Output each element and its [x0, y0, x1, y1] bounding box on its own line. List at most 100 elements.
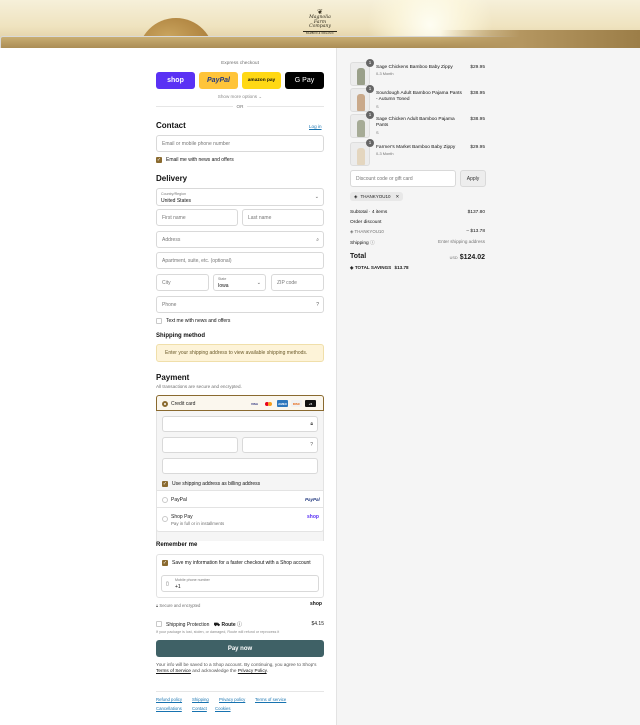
remember-me-heading: Remember me: [156, 542, 198, 548]
last-name-field[interactable]: Last name: [242, 209, 324, 226]
legal-text: Your info will be saved to a Shop accoun…: [156, 662, 326, 675]
security-code-field[interactable]: ?: [242, 437, 318, 453]
discover-icon: DISC: [291, 400, 302, 407]
footer-link-refund[interactable]: Refund policy: [156, 697, 182, 702]
discount-code-field[interactable]: Discount code or gift card: [350, 170, 456, 187]
remember-me-panel: ✓ Save my information for a faster check…: [156, 554, 324, 598]
privacy-link[interactable]: Privacy Policy: [238, 668, 267, 673]
search-icon: ⌕: [316, 236, 319, 243]
text-offers-label: Text me with news and offers: [166, 318, 231, 324]
legal-post: .: [266, 668, 268, 674]
help-icon[interactable]: ⓘ: [370, 241, 375, 246]
footer-link-shipping[interactable]: Shipping: [192, 697, 209, 702]
save-info-checkbox[interactable]: ✓: [162, 560, 168, 566]
footer-link-terms[interactable]: Terms of service: [255, 697, 286, 702]
footer-link-cancellations[interactable]: Cancellations: [156, 706, 182, 711]
footer-link-cookies[interactable]: Cookies: [215, 706, 231, 711]
product-name: Sage Chicken Adult Bamboo Pajama Pants: [376, 117, 455, 129]
product-price: $29.95: [470, 65, 485, 70]
savings-label: TOTAL SAVINGS: [354, 265, 392, 270]
legal-pre: Your info will be saved to a Shop accoun…: [156, 662, 317, 667]
product-variant: 0-3 Month: [376, 71, 394, 77]
total-value: $124.02: [459, 254, 485, 261]
zip-field[interactable]: ZIP code: [271, 274, 324, 291]
visa-icon: VISA: [250, 401, 258, 406]
lock-icon: 🔒︎: [156, 603, 159, 608]
show-more-options-link[interactable]: Show more options ⌄: [156, 94, 324, 100]
expiration-field[interactable]: [162, 437, 238, 453]
discount-code-row: ◈ THANKYOU10: [350, 229, 384, 235]
paypal-button[interactable]: PayPal: [199, 72, 238, 89]
help-icon[interactable]: ?: [316, 302, 319, 308]
address-field[interactable]: Address ⌕: [156, 231, 324, 248]
mobile-phone-field[interactable]: ▯ Mobile phone number +1: [161, 575, 319, 592]
shipping-protection-toggle[interactable]: [156, 621, 162, 627]
text-offers-checkbox[interactable]: [156, 318, 162, 324]
email-field[interactable]: Email or mobile phone number: [156, 135, 324, 152]
lock-icon: 🔒︎: [310, 421, 313, 427]
login-link[interactable]: Log in: [309, 124, 322, 129]
discount-code-label: THANKYOU10: [354, 229, 384, 234]
quantity-badge: 1: [366, 139, 374, 147]
product-garment-image: [357, 94, 365, 111]
mobile-icon: ▯: [166, 581, 169, 587]
apply-button[interactable]: Apply: [460, 170, 486, 187]
secure-note-text: Secure and encrypted: [159, 603, 201, 608]
info-icon[interactable]: ⓘ: [237, 622, 242, 628]
pay-now-button[interactable]: Pay now: [156, 640, 324, 657]
shipping-label: Shipping: [350, 241, 369, 246]
payment-subtitle: All transactions are secure and encrypte…: [156, 384, 242, 389]
discount-tag-code: THANKYOU10: [360, 194, 391, 199]
footer-divider: [156, 691, 324, 692]
card-number-field[interactable]: 🔒︎: [162, 416, 318, 432]
terms-link[interactable]: Terms of Service: [156, 668, 191, 673]
phone-field[interactable]: Phone ?: [156, 296, 324, 313]
shop-pay-option[interactable]: Shop Pay Pay in full or in installments …: [156, 508, 324, 532]
brand-logo[interactable]: ❦ Magnolia Farm Company BAMBOO & ORGANIC: [303, 9, 337, 38]
footer-link-contact[interactable]: Contact: [192, 706, 207, 711]
paypal-radio[interactable]: [162, 497, 168, 503]
shipping-protection-label: Shipping Protection: [166, 622, 210, 628]
chevron-down-icon: ⌄: [314, 194, 319, 200]
contact-heading: Contact: [156, 121, 186, 130]
product-info: Sage Chickens Bamboo Baby Zippy 0-3 Month: [376, 65, 464, 76]
news-checkbox-label: Email me with news and offers: [166, 157, 234, 163]
city-field[interactable]: City: [156, 274, 209, 291]
paypal-option[interactable]: PayPal PayPal: [156, 490, 324, 508]
first-name-placeholder: First name: [162, 214, 186, 221]
footer-link-privacy[interactable]: Privacy policy: [219, 697, 245, 702]
country-value: United States: [161, 198, 192, 204]
shop-logo-small: shop: [310, 601, 322, 607]
product-price: $38.95: [470, 91, 485, 96]
chevron-down-icon: ⌄: [256, 279, 261, 286]
discount-amount: – $13.78: [466, 229, 485, 234]
total-savings-row: ◈ TOTAL SAVINGS $13.78: [350, 265, 409, 271]
state-select[interactable]: State Iowa ⌄: [213, 274, 266, 291]
tag-icon: ◈: [350, 265, 354, 270]
name-on-card-field[interactable]: [162, 458, 318, 474]
country-select[interactable]: Country/Region United States ⌄: [156, 188, 324, 206]
credit-card-radio[interactable]: [162, 401, 168, 407]
express-checkout-label: Express checkout: [221, 61, 259, 66]
mobile-label: Mobile phone number: [175, 578, 210, 582]
currency-code: USD: [449, 256, 458, 260]
shop-pay-button[interactable]: shop: [156, 72, 195, 89]
city-placeholder: City: [162, 279, 171, 286]
billing-checkbox[interactable]: ✓: [162, 481, 168, 487]
subtotal-label: Subtotal · 4 items: [350, 210, 388, 215]
quantity-badge: 1: [366, 111, 374, 119]
google-pay-button[interactable]: G Pay: [285, 72, 324, 89]
shop-logo: shop: [307, 514, 319, 520]
header-banner: ❦ Magnolia Farm Company BAMBOO & ORGANIC: [0, 0, 640, 48]
first-name-field[interactable]: First name: [156, 209, 238, 226]
product-name: Sourdough Adult Bamboo Pajama Pants - Au…: [376, 91, 462, 103]
close-icon[interactable]: ✕: [395, 194, 399, 200]
amazon-pay-button[interactable]: amazon pay: [242, 72, 281, 89]
legal-mid: and acknowledge the: [190, 668, 238, 674]
apartment-field[interactable]: Apartment, suite, etc. (optional): [156, 252, 324, 269]
news-checkbox[interactable]: ✓: [156, 157, 162, 163]
help-icon[interactable]: ?: [310, 442, 313, 448]
credit-card-option[interactable]: Credit card VISA AMEX DISC +5: [156, 395, 324, 411]
shop-pay-radio[interactable]: [162, 516, 168, 522]
shipping-protection-row: Shipping Protection ⛟ Route ⓘ: [166, 621, 242, 629]
